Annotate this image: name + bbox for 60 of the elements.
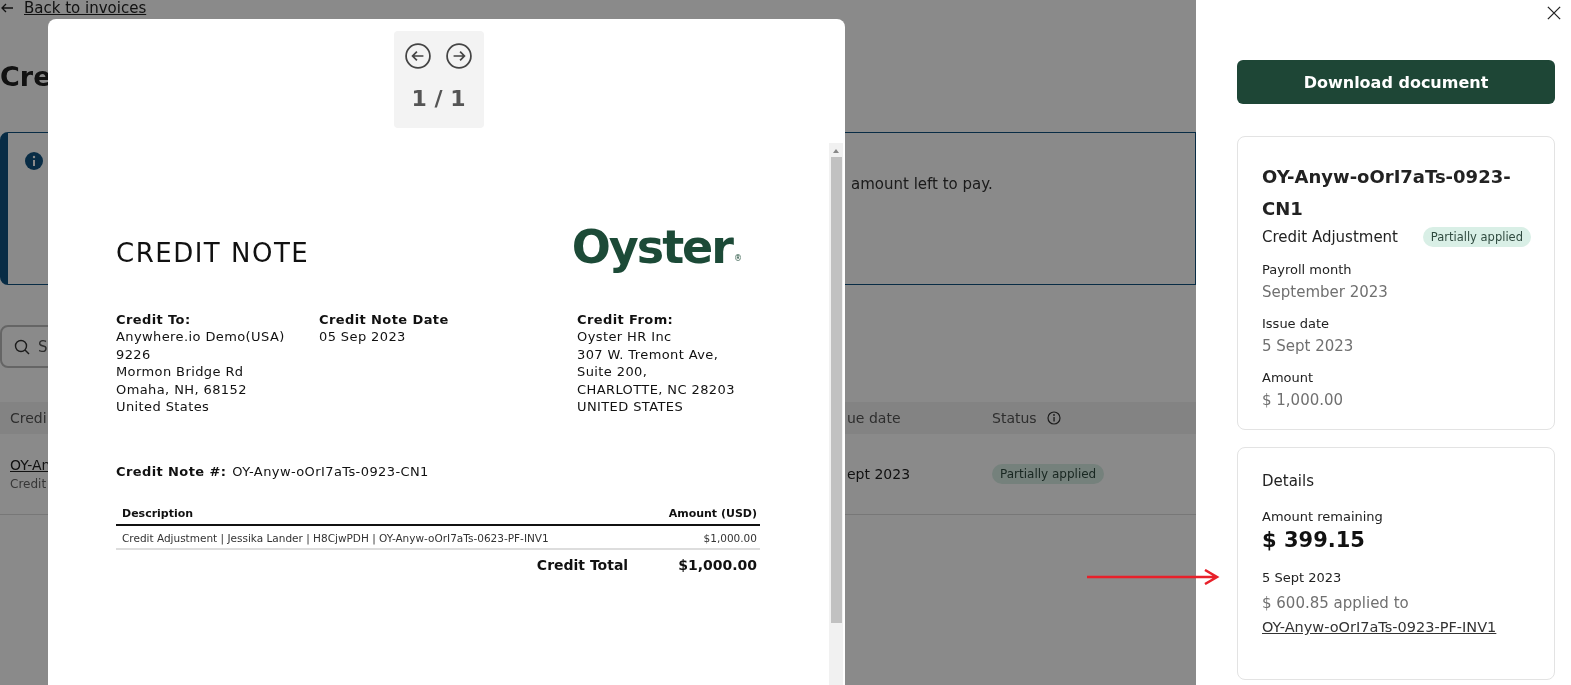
table-cell: ept 2023 [847, 466, 911, 482]
field-label: Credit To: [116, 311, 192, 329]
page-title: Cre [0, 61, 53, 94]
total-label: Credit Total [536, 557, 629, 574]
table-cell: Credit Adjustment | Jessika Lander | H8CjwPDH | OY-Anyw-oOrI7aTs-0623-PF-INV1 [122, 532, 549, 545]
address-line: Suite 200, [577, 363, 649, 381]
info-icon [1046, 411, 1061, 425]
credit-note-title: OY-Anyw-oOrI7aTs-0923-CN1 [1262, 165, 1512, 221]
address-line: CHARLOTTE, NC 28203 [577, 380, 736, 399]
credit-type: Credit Adjustment [1262, 228, 1398, 246]
banner-text: amount left to pay. [851, 175, 993, 193]
invoice-link[interactable]: OY-Anyw-oOrI7aTs-0923-PF-INV1 [1262, 619, 1497, 635]
remaining-amount: $ 399.15 [1262, 528, 1366, 552]
section-heading: Details [1262, 472, 1315, 490]
column-header: Amount (USD) [668, 507, 757, 521]
address-line: 307 W. Tremont Ave, [577, 345, 720, 364]
field-label: Credit Note #: [116, 464, 227, 480]
scrollbar[interactable] [829, 143, 843, 685]
scroll-up-icon[interactable] [833, 149, 839, 153]
column-header: Description [122, 507, 194, 521]
application-date: 5 Sept 2023 [1262, 570, 1343, 585]
page-counter: 1 / 1 [411, 86, 466, 111]
column-header: Credi [10, 410, 47, 426]
address-line: Mormon Bridge Rd [116, 363, 245, 381]
status-badge: Partially applied [1422, 227, 1531, 247]
field-value: 5 Sept 2023 [1262, 337, 1355, 355]
back-arrow-icon [1, 2, 14, 14]
credit-note-number: OY-Anyw-oOrI7aTs-0923-CN1 [232, 464, 429, 480]
address-line: United States [116, 398, 211, 416]
field-label: Issue date [1262, 316, 1331, 331]
search-icon [14, 338, 30, 355]
table-cell-text: Credit [10, 477, 48, 491]
address-line: Oyster HR Inc [577, 328, 673, 346]
column-header: Status [992, 410, 1037, 426]
field-value: September 2023 [1262, 283, 1389, 301]
back-link[interactable]: Back to invoices [24, 0, 147, 17]
document-title: CREDIT NOTE [116, 238, 310, 268]
field-value: $ 1,000.00 [1262, 391, 1345, 409]
column-header: ue date [847, 410, 901, 426]
download-button[interactable]: Download document [1237, 60, 1555, 104]
close-icon[interactable] [1547, 6, 1561, 20]
search-placeholder: S [38, 337, 48, 356]
total-amount: $1,000.00 [678, 557, 757, 574]
address-line: 05 Sep 2023 [319, 328, 407, 346]
field-label: Credit From: [577, 311, 675, 329]
table-cell: $1,000.00 [703, 532, 757, 545]
field-label: Amount [1262, 370, 1315, 385]
field-label: Credit Note Date [319, 311, 450, 329]
field-label: Amount remaining [1262, 509, 1384, 524]
status-badge: Partially applied [992, 464, 1105, 484]
next-page-icon[interactable] [446, 43, 472, 69]
info-icon [25, 152, 43, 170]
address-line: UNITED STATES [577, 398, 685, 416]
address-line: Anywhere.io Demo(USA) [116, 328, 286, 346]
scrollbar-thumb[interactable] [830, 157, 842, 623]
address-line: Omaha, NH, 68152 [116, 380, 248, 399]
application-text: $ 600.85 applied to OY-Anyw-oOrI7aTs-0923-PF-INV1 [1262, 593, 1498, 637]
previous-page-icon[interactable] [405, 43, 431, 69]
field-label: Payroll month [1262, 262, 1353, 277]
address-line: 9226 [116, 345, 152, 364]
